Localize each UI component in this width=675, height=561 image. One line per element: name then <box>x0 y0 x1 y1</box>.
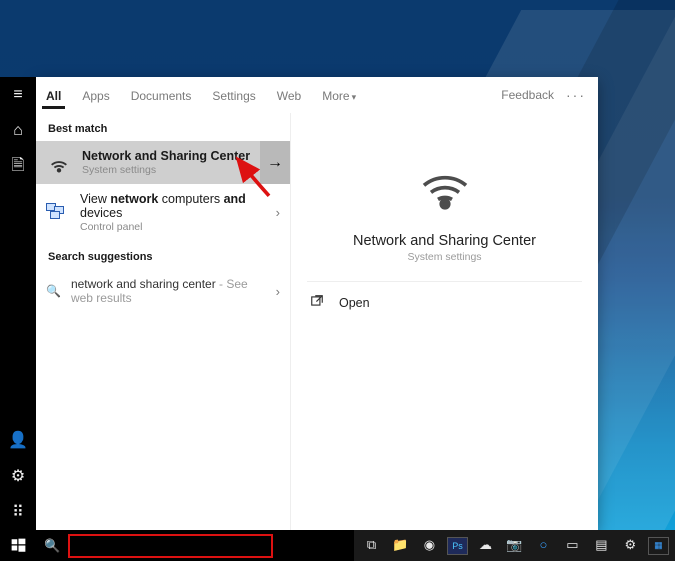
section-search-suggestions: Search suggestions <box>36 241 290 269</box>
preview-subtitle: System settings <box>407 251 481 263</box>
chevron-right-icon: › <box>276 205 280 220</box>
search-filter-bar: All Apps Documents Settings Web More▾ Fe… <box>36 77 598 113</box>
user-icon[interactable]: 👤 <box>0 422 36 458</box>
result-title: Network and Sharing Center <box>82 149 250 163</box>
home-icon[interactable]: ⌂ <box>0 113 36 149</box>
filter-tab-apps[interactable]: Apps <box>78 81 113 109</box>
start-leftbar: ≡ ⌂ 🗎 👤 ⚙ ⠿ <box>0 77 36 530</box>
wifi-radar-icon-large <box>417 155 473 221</box>
camera-icon[interactable]: 📷 <box>503 535 526 557</box>
arrow-right-icon: → <box>267 154 283 172</box>
suggestion-text: network and sharing center - See web res… <box>71 277 266 305</box>
result-subtitle: Control panel <box>80 221 266 233</box>
wp-app-icon[interactable]: ▦ <box>648 537 669 555</box>
file-explorer-icon[interactable]: 📁 <box>389 535 412 557</box>
wifi-radar-icon <box>46 150 72 176</box>
search-input[interactable]: network and sharing center <box>68 534 273 558</box>
cloud-app-icon[interactable]: ☁ <box>474 535 497 557</box>
filter-tab-settings[interactable]: Settings <box>208 81 259 109</box>
taskview-icon[interactable]: ⧉ <box>360 535 383 557</box>
section-best-match: Best match <box>36 113 290 141</box>
document-icon[interactable]: 🗎 <box>0 149 36 185</box>
preview-column: Network and Sharing Center System settin… <box>291 113 598 530</box>
share-icon[interactable]: ⠿ <box>0 494 36 530</box>
search-icon: 🔍 <box>46 284 61 298</box>
chevron-down-icon: ▾ <box>352 92 357 102</box>
notes-icon[interactable]: ▤ <box>590 535 613 557</box>
start-button[interactable] <box>0 530 36 561</box>
results-column: Best match Network and Sharing Center Sy… <box>36 113 291 530</box>
feedback-link[interactable]: Feedback <box>501 88 554 102</box>
filter-tab-all[interactable]: All <box>42 81 65 109</box>
expand-arrow-button[interactable]: → <box>260 141 290 184</box>
open-label: Open <box>339 296 370 310</box>
terminal-icon[interactable]: ▭ <box>561 535 584 557</box>
network-computers-icon <box>46 200 70 226</box>
search-panel: All Apps Documents Settings Web More▾ Fe… <box>36 77 598 530</box>
settings-gear-icon[interactable]: ⚙ <box>619 535 642 557</box>
cortana-icon[interactable]: ○ <box>532 535 555 557</box>
chevron-right-icon: › <box>276 284 280 299</box>
result-subtitle: System settings <box>82 164 250 176</box>
result-title: View network computers and devices <box>80 192 266 220</box>
result-view-network-computers[interactable]: View network computers and devices Contr… <box>36 184 290 241</box>
settings-gear-icon[interactable]: ⚙ <box>0 458 36 494</box>
filter-tab-web[interactable]: Web <box>273 81 305 109</box>
preview-title: Network and Sharing Center <box>353 233 536 249</box>
result-network-sharing-center[interactable]: Network and Sharing Center System settin… <box>36 141 290 184</box>
photoshop-icon[interactable]: Ps <box>447 537 468 555</box>
filter-tab-documents[interactable]: Documents <box>127 81 196 109</box>
hamburger-icon[interactable]: ≡ <box>0 77 36 113</box>
more-options-icon[interactable]: ··· <box>566 87 586 103</box>
windows-logo-icon <box>11 538 26 553</box>
open-icon <box>309 294 325 311</box>
search-icon: 🔍 <box>44 538 60 554</box>
filter-tab-more[interactable]: More▾ <box>318 81 360 109</box>
web-suggestion[interactable]: 🔍 network and sharing center - See web r… <box>36 269 290 313</box>
taskbar: ⧉ 📁 ◉ Ps ☁ 📷 ○ ▭ ▤ ⚙ ▦ <box>354 530 675 561</box>
chrome-icon[interactable]: ◉ <box>418 535 441 557</box>
open-action[interactable]: Open <box>291 282 598 323</box>
